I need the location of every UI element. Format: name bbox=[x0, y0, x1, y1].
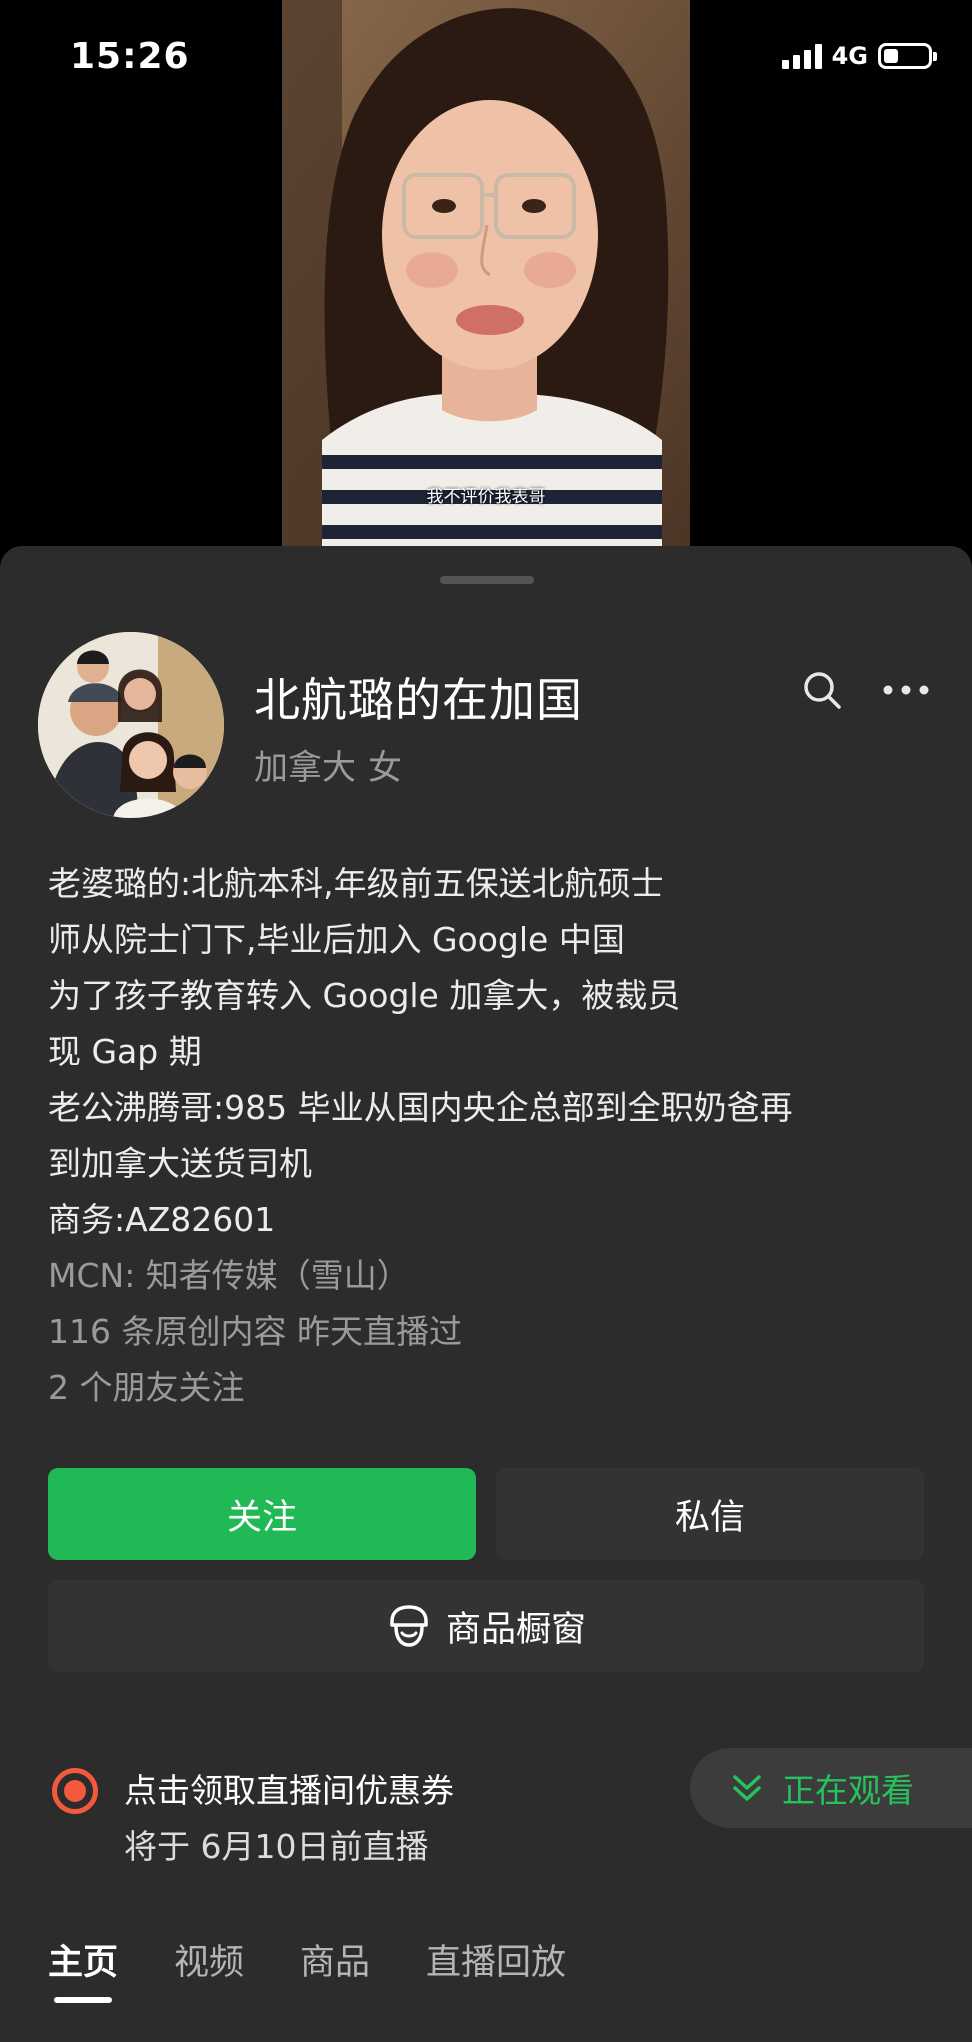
tab-home[interactable]: 主页 bbox=[48, 1934, 118, 2003]
status-indicators: 4G bbox=[781, 42, 937, 70]
tab-live-replay[interactable]: 直播回放 bbox=[426, 1934, 566, 2003]
video-frame-illustration bbox=[282, 0, 690, 546]
network-label: 4G bbox=[831, 42, 868, 70]
bio-line: 师从院士门下,毕业后加入 Google 中国 bbox=[48, 920, 625, 959]
now-watching-label: 正在观看 bbox=[782, 1771, 914, 1810]
drag-handle[interactable] bbox=[440, 576, 534, 584]
more-icon bbox=[883, 685, 929, 695]
avatar[interactable] bbox=[38, 632, 224, 818]
friends-following[interactable]: 2 个朋友关注 bbox=[48, 1360, 928, 1416]
more-button[interactable] bbox=[878, 662, 934, 718]
bio-line: 到加拿大送货司机 bbox=[48, 1144, 312, 1183]
tab-products[interactable]: 商品 bbox=[300, 1934, 370, 2003]
follow-button[interactable]: 关注 bbox=[48, 1468, 476, 1560]
video-preview[interactable]: 我不评价我表哥 bbox=[282, 0, 690, 546]
now-watching-button[interactable]: 正在观看 bbox=[690, 1748, 972, 1828]
status-time: 15:26 bbox=[70, 36, 190, 77]
profile-meta: 加拿大女 bbox=[254, 740, 402, 789]
shop-window-button[interactable]: 商品橱窗 bbox=[48, 1580, 924, 1672]
profile-name: 北航璐的在加国 bbox=[254, 673, 583, 727]
bio-line: 现 Gap 期 bbox=[48, 1032, 202, 1071]
bio-line: 为了孩子教育转入 Google 加拿大，被裁员 bbox=[48, 976, 681, 1015]
bio-line: 老公沸腾哥:985 毕业从国内央企总部到全职奶爸再 bbox=[48, 1088, 793, 1127]
avatar-family-photo bbox=[38, 632, 224, 818]
bio-line: 老婆璐的:北航本科,年级前五保送北航硕士 bbox=[48, 864, 664, 903]
live-coupon-title: 点击领取直播间优惠券 bbox=[124, 1771, 454, 1810]
search-button[interactable] bbox=[794, 662, 850, 718]
battery-icon bbox=[878, 43, 937, 69]
bio-line: 商务:AZ82601 bbox=[48, 1200, 276, 1239]
shop-window-label: 商品橱窗 bbox=[445, 1609, 586, 1650]
profile-gender: 女 bbox=[368, 748, 402, 788]
live-dot-icon bbox=[52, 1768, 98, 1814]
tab-videos[interactable]: 视频 bbox=[174, 1934, 244, 2003]
profile-tabs: 主页 视频 商品 直播回放 bbox=[48, 1934, 566, 2003]
video-subtitle: 我不评价我表哥 bbox=[426, 487, 546, 507]
signal-icon bbox=[781, 43, 822, 69]
profile-bio: 老婆璐的:北航本科,年级前五保送北航硕士 师从院士门下,毕业后加入 Google… bbox=[48, 856, 928, 1416]
chevron-down-double-icon bbox=[733, 1775, 761, 1801]
profile-stats[interactable]: 116 条原创内容 昨天直播过 bbox=[48, 1304, 928, 1360]
shop-icon bbox=[390, 1605, 428, 1647]
profile-location: 加拿大 bbox=[254, 748, 356, 788]
live-schedule: 将于 6月10日前直播 bbox=[124, 1827, 429, 1866]
search-icon bbox=[804, 672, 841, 709]
message-button[interactable]: 私信 bbox=[496, 1468, 924, 1560]
mcn-info: MCN: 知者传媒（雪山） bbox=[48, 1256, 410, 1295]
